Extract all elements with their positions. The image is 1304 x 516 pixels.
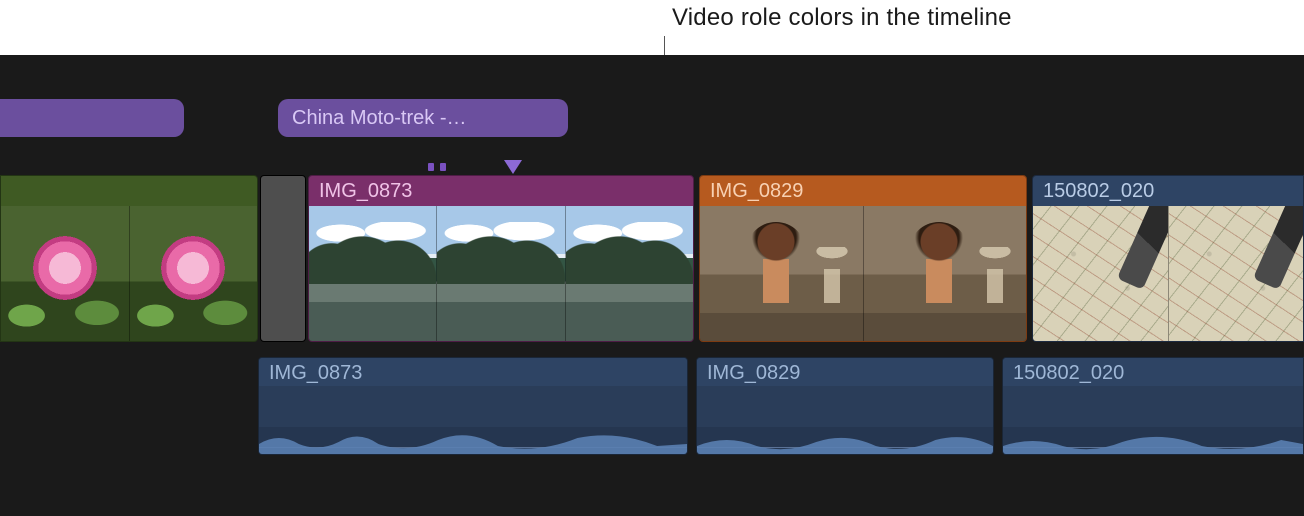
clip-name: IMG_0873	[269, 362, 362, 385]
clip-filmstrip	[1, 206, 257, 342]
primary-storyline: IMG_0873 IMG_0829 150802_020	[0, 175, 1304, 342]
audio-waveform	[1003, 386, 1303, 454]
clip-name: IMG_0829	[710, 180, 803, 203]
clip-name: 150802_020	[1013, 362, 1124, 385]
audio-waveform	[697, 386, 993, 454]
video-clip-150802[interactable]: 150802_020	[1032, 175, 1304, 342]
title-clip-label: China Moto-trek -…	[292, 107, 467, 130]
audio-clip-img0873[interactable]: IMG_0873	[258, 357, 688, 455]
clip-filmstrip	[1033, 206, 1303, 342]
title-clip-china[interactable]: China Moto-trek -…	[278, 99, 568, 137]
video-clip-img0829[interactable]: IMG_0829	[699, 175, 1027, 342]
edit-indicator	[440, 163, 446, 171]
edit-indicator	[428, 163, 434, 171]
clip-name: 150802_020	[1043, 180, 1154, 203]
audio-clip-img0829[interactable]: IMG_0829	[696, 357, 994, 455]
audio-waveform	[259, 386, 687, 454]
video-clip-lotus[interactable]	[0, 175, 258, 342]
clip-name: IMG_0829	[707, 362, 800, 385]
gap-clip[interactable]	[260, 175, 306, 342]
timeline[interactable]: China Moto-trek -… IMG_0873	[0, 55, 1304, 516]
clip-filmstrip	[700, 206, 1026, 342]
audio-clip-150802[interactable]: 150802_020	[1002, 357, 1304, 455]
clip-filmstrip	[309, 206, 693, 342]
keyframe-marker[interactable]	[504, 160, 522, 174]
video-clip-img0873[interactable]: IMG_0873	[308, 175, 694, 342]
audio-lane: IMG_0873 IMG_0829 150802_020	[0, 357, 1304, 455]
titles-lane: China Moto-trek -…	[0, 99, 1304, 137]
clip-name: IMG_0873	[319, 180, 412, 203]
title-clip-fragment[interactable]	[0, 99, 184, 137]
callout-label: Video role colors in the timeline	[672, 4, 1012, 32]
